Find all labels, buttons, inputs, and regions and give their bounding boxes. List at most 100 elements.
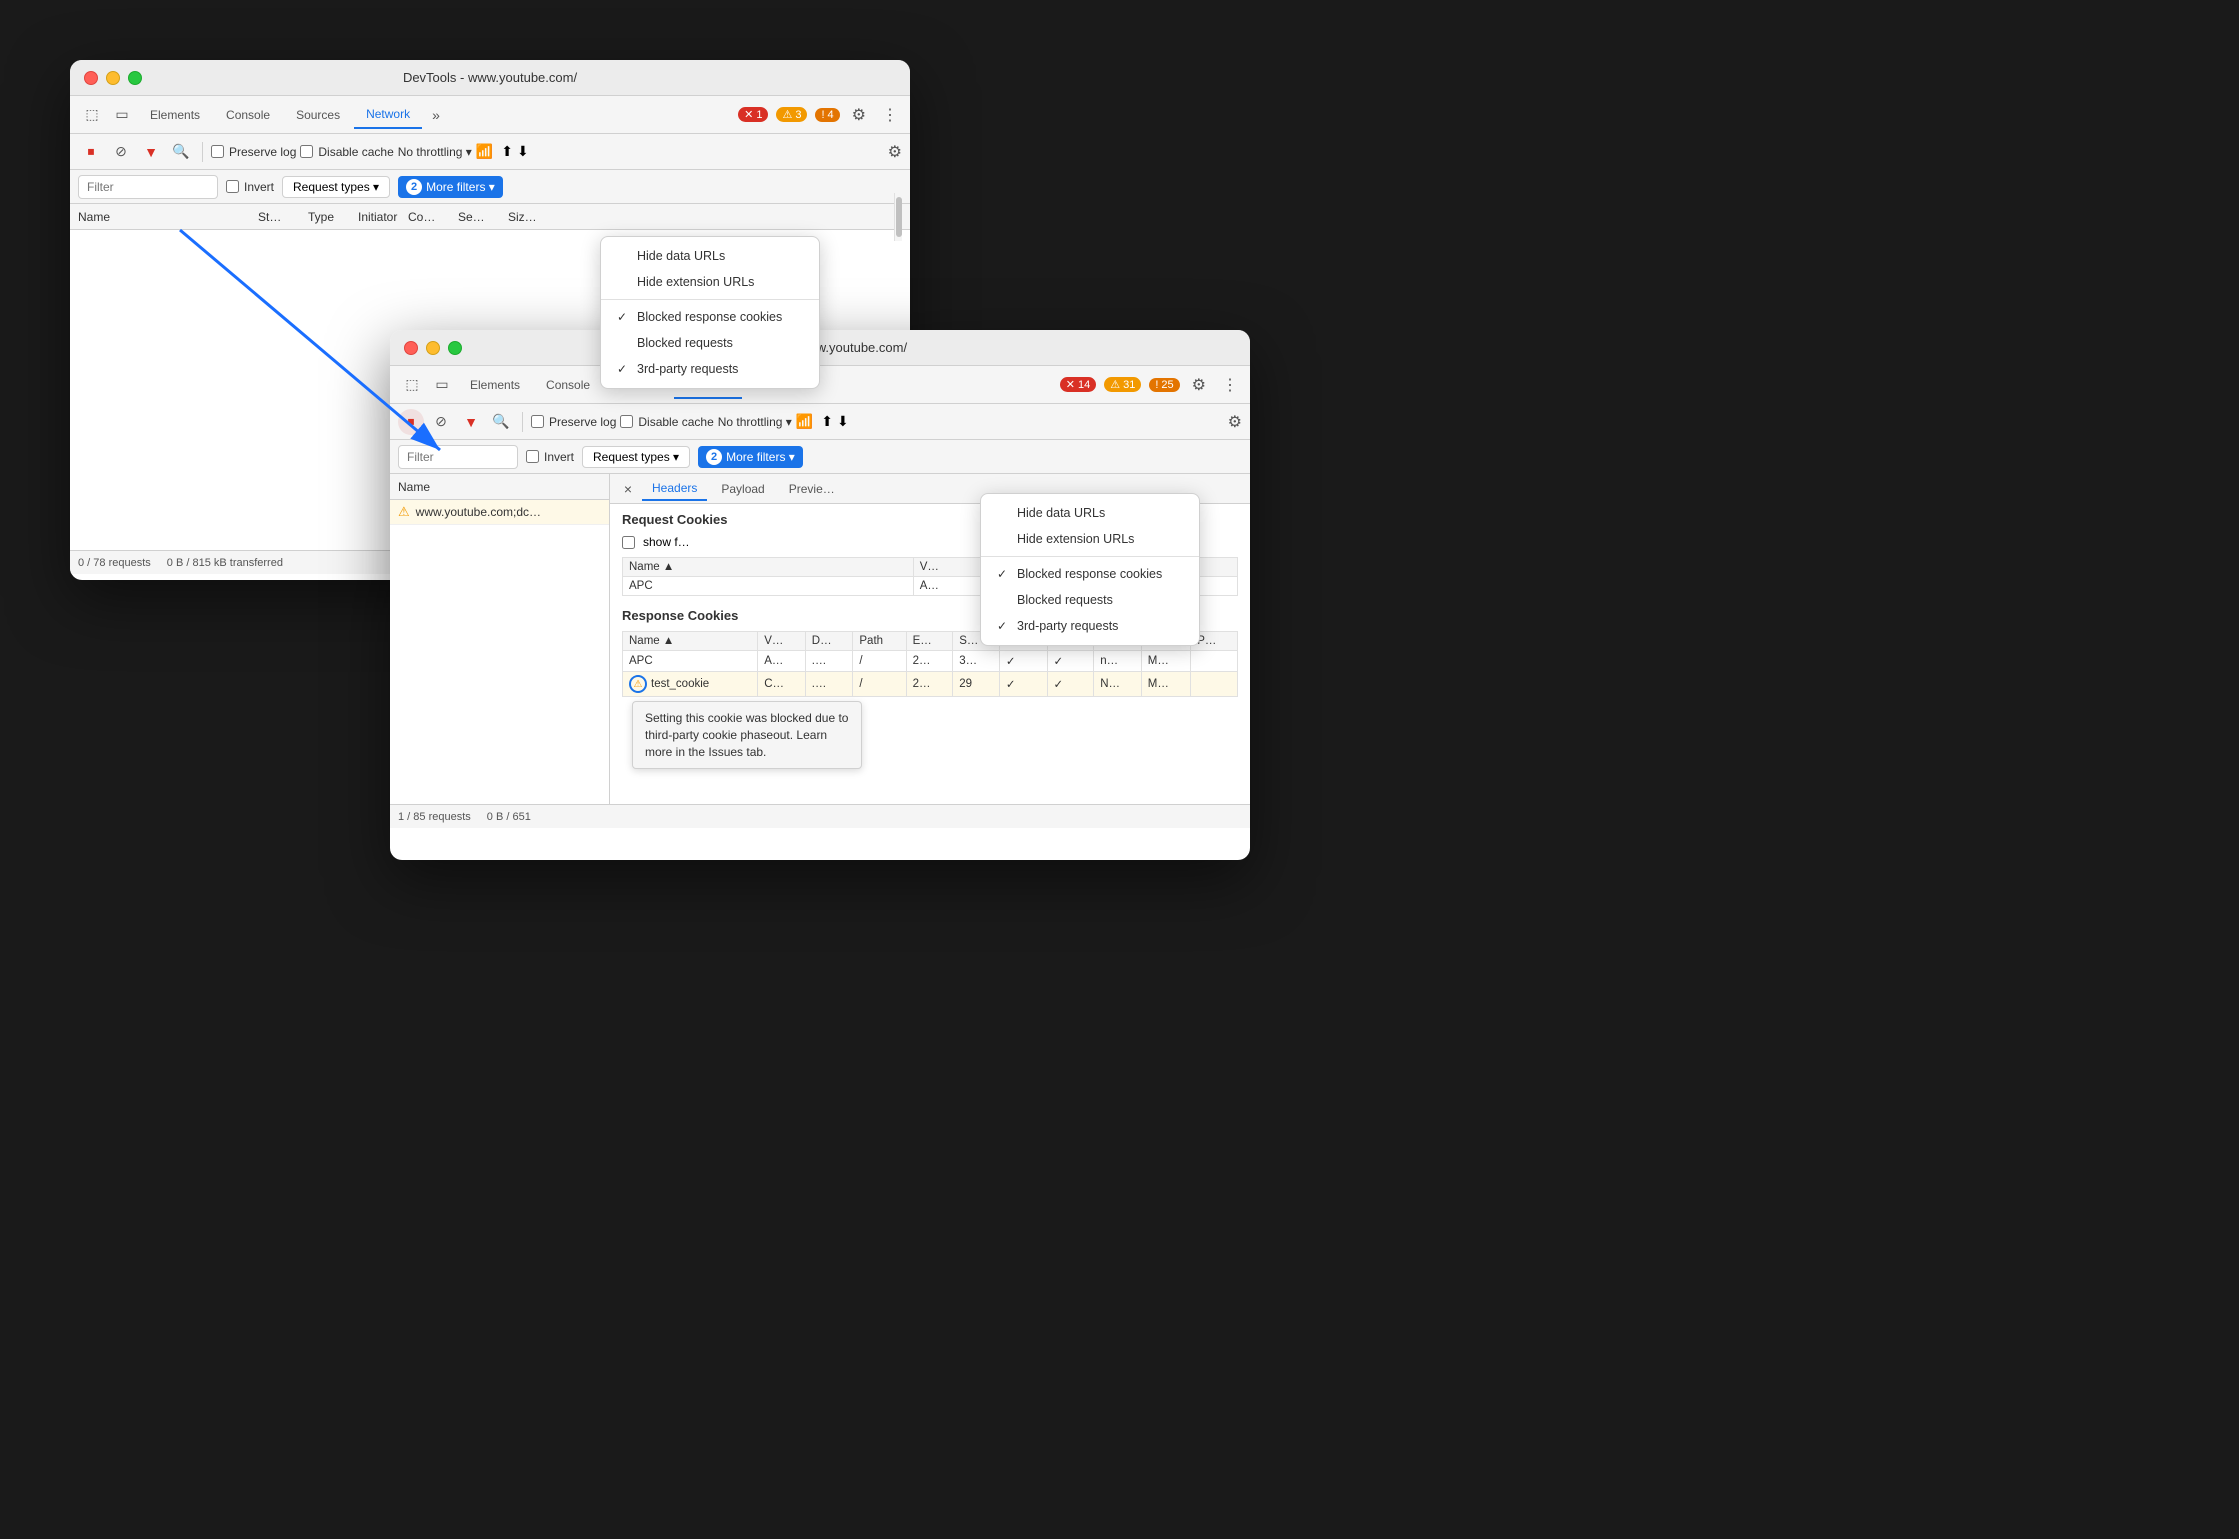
dropdown-menu-2: Hide data URLs Hide extension URLs ✓ Blo… <box>980 493 1200 646</box>
clear-button-1[interactable]: ⊘ <box>108 139 134 165</box>
th-name-req: Name ▲ <box>623 558 914 577</box>
search-button-1[interactable]: 🔍 <box>168 139 194 165</box>
th-name-resp: Name ▲ <box>623 632 758 651</box>
filter-input-2[interactable] <box>398 445 518 469</box>
request-types-btn-1[interactable]: Request types ▾ <box>282 176 390 198</box>
titlebar-1: DevTools - www.youtube.com/ <box>70 60 910 96</box>
titlebar-2: DevTools - www.youtube.com/ <box>390 330 1250 366</box>
device-icon[interactable]: ▭ <box>108 101 136 129</box>
tab-console-1[interactable]: Console <box>214 102 282 128</box>
settings-icon-toolbar-1[interactable]: ⚙ <box>888 142 902 162</box>
warning-circle-icon: ⚠ <box>629 675 647 693</box>
tab-payload[interactable]: Payload <box>711 478 774 500</box>
status-bar-2: 1 / 85 requests 0 B / 651 <box>390 804 1250 828</box>
th-path-resp: Path <box>853 632 906 651</box>
tab-console-2[interactable]: Console <box>534 372 602 398</box>
minimize-button-2[interactable] <box>426 341 440 355</box>
dropdown-third-party-2[interactable]: ✓ 3rd-party requests <box>981 613 1199 639</box>
filter-button-2[interactable]: ▼ <box>458 409 484 435</box>
tabs-right-2: ✕14 ⚠31 !25 ⚙ ⋮ <box>1060 371 1242 399</box>
throttle-select-2[interactable]: No throttling ▾ <box>718 415 792 429</box>
cookie-row-apc-resp[interactable]: APC A… .… / 2… 3… ✓ ✓ n… M… <box>623 651 1238 672</box>
filter-button-1[interactable]: ▼ <box>138 139 164 165</box>
dropdown-hide-data-2[interactable]: Hide data URLs <box>981 500 1199 526</box>
stop-button-2[interactable]: ⏹ <box>398 409 424 435</box>
close-button-2[interactable] <box>404 341 418 355</box>
separator-2 <box>522 412 523 432</box>
dropdown-blocked-req-1[interactable]: Blocked requests <box>601 330 819 356</box>
badge-error-1: ✕1 <box>738 107 768 122</box>
disable-cache-checkbox-1[interactable] <box>300 145 313 158</box>
invert-label-1[interactable]: Invert <box>226 180 274 194</box>
invert-label-2[interactable]: Invert <box>526 450 574 464</box>
tab-preview[interactable]: Previe… <box>779 478 845 500</box>
traffic-lights-2[interactable] <box>404 341 462 355</box>
request-row-youtube[interactable]: ⚠ www.youtube.com;dc… <box>390 500 609 525</box>
filter-bar-2: Invert Request types ▾ 2 More filters ▾ <box>390 440 1250 474</box>
stop-button-1[interactable]: ⏹ <box>78 139 104 165</box>
cursor-icon-2[interactable]: ⬚ <box>398 371 426 399</box>
transferred-size-1: 0 B / 815 kB transferred <box>167 557 283 569</box>
filter-bar-1: Invert Request types ▾ 2 More filters ▾ <box>70 170 910 204</box>
dropdown-blocked-cookies-2[interactable]: ✓ Blocked response cookies <box>981 561 1199 587</box>
tab-elements-2[interactable]: Elements <box>458 372 532 398</box>
dropdown-hide-ext-1[interactable]: Hide extension URLs <box>601 269 819 295</box>
close-panel-btn[interactable]: × <box>618 479 638 499</box>
cookie-name-apc-req: APC <box>623 577 914 596</box>
dropdown-hide-data-1[interactable]: Hide data URLs <box>601 243 819 269</box>
filter-input-1[interactable] <box>78 175 218 199</box>
search-button-2[interactable]: 🔍 <box>488 409 514 435</box>
cursor-icon[interactable]: ⬚ <box>78 101 106 129</box>
fullscreen-button-1[interactable] <box>128 71 142 85</box>
more-icon-2[interactable]: ⋮ <box>1218 371 1242 399</box>
devtools-window-2[interactable]: DevTools - www.youtube.com/ ⬚ ▭ Elements… <box>390 330 1250 860</box>
preserve-log-checkbox-1[interactable] <box>211 145 224 158</box>
download-icon-2[interactable]: ⬇ <box>837 413 849 430</box>
tab-elements-1[interactable]: Elements <box>138 102 212 128</box>
minimize-button-1[interactable] <box>106 71 120 85</box>
traffic-lights-1[interactable] <box>84 71 142 85</box>
device-icon-2[interactable]: ▭ <box>428 371 456 399</box>
tab-sources-1[interactable]: Sources <box>284 102 352 128</box>
warning-icon-row: ⚠ <box>398 504 410 520</box>
dropdown-third-party-1[interactable]: ✓ 3rd-party requests <box>601 356 819 382</box>
cookie-row-test[interactable]: ⚠ test_cookie C… .… / 2… 29 ✓ ✓ <box>623 672 1238 697</box>
tab-headers[interactable]: Headers <box>642 477 707 501</box>
upload-icon-1[interactable]: ⬆ <box>501 143 513 160</box>
invert-checkbox-1[interactable] <box>226 180 239 193</box>
more-filters-btn-2[interactable]: 2 More filters ▾ <box>698 446 803 468</box>
throttle-select-1[interactable]: No throttling ▾ <box>398 145 472 159</box>
close-button-1[interactable] <box>84 71 98 85</box>
fullscreen-button-2[interactable] <box>448 341 462 355</box>
preserve-log-label-2[interactable]: Preserve log <box>531 415 616 429</box>
clear-button-2[interactable]: ⊘ <box>428 409 454 435</box>
disable-cache-checkbox-2[interactable] <box>620 415 633 428</box>
preserve-log-checkbox-2[interactable] <box>531 415 544 428</box>
preserve-log-label-1[interactable]: Preserve log <box>211 145 296 159</box>
dropdown-sep-1 <box>601 299 819 300</box>
settings-icon-toolbar-2[interactable]: ⚙ <box>1228 412 1242 432</box>
more-filters-count-1: 2 <box>406 179 422 195</box>
show-filter-checkbox[interactable] <box>622 536 635 549</box>
settings-icon-1[interactable]: ⚙ <box>848 101 870 129</box>
dropdown-sep-2 <box>981 556 1199 557</box>
tab-network-1[interactable]: Network <box>354 101 422 129</box>
more-filters-btn-1[interactable]: 2 More filters ▾ <box>398 176 503 198</box>
request-types-btn-2[interactable]: Request types ▾ <box>582 446 690 468</box>
toolbar-1: ⏹ ⊘ ▼ 🔍 Preserve log Disable cache No th… <box>70 134 910 170</box>
badge-error-2: ✕14 <box>1060 377 1096 392</box>
dropdown-blocked-cookies-1[interactable]: ✓ Blocked response cookies <box>601 304 819 330</box>
tab-overflow-1[interactable]: » <box>424 103 448 127</box>
wifi-icon-1: 📶 <box>476 143 493 160</box>
invert-checkbox-2[interactable] <box>526 450 539 463</box>
download-icon-1[interactable]: ⬇ <box>517 143 529 160</box>
dropdown-hide-ext-2[interactable]: Hide extension URLs <box>981 526 1199 552</box>
show-filter-label: show f… <box>643 535 690 549</box>
disable-cache-label-2[interactable]: Disable cache <box>620 415 713 429</box>
th-v-resp: V… <box>758 632 806 651</box>
more-icon-1[interactable]: ⋮ <box>878 101 902 129</box>
dropdown-blocked-req-2[interactable]: Blocked requests <box>981 587 1199 613</box>
disable-cache-label-1[interactable]: Disable cache <box>300 145 393 159</box>
settings-icon-2[interactable]: ⚙ <box>1188 371 1210 399</box>
upload-icon-2[interactable]: ⬆ <box>821 413 833 430</box>
